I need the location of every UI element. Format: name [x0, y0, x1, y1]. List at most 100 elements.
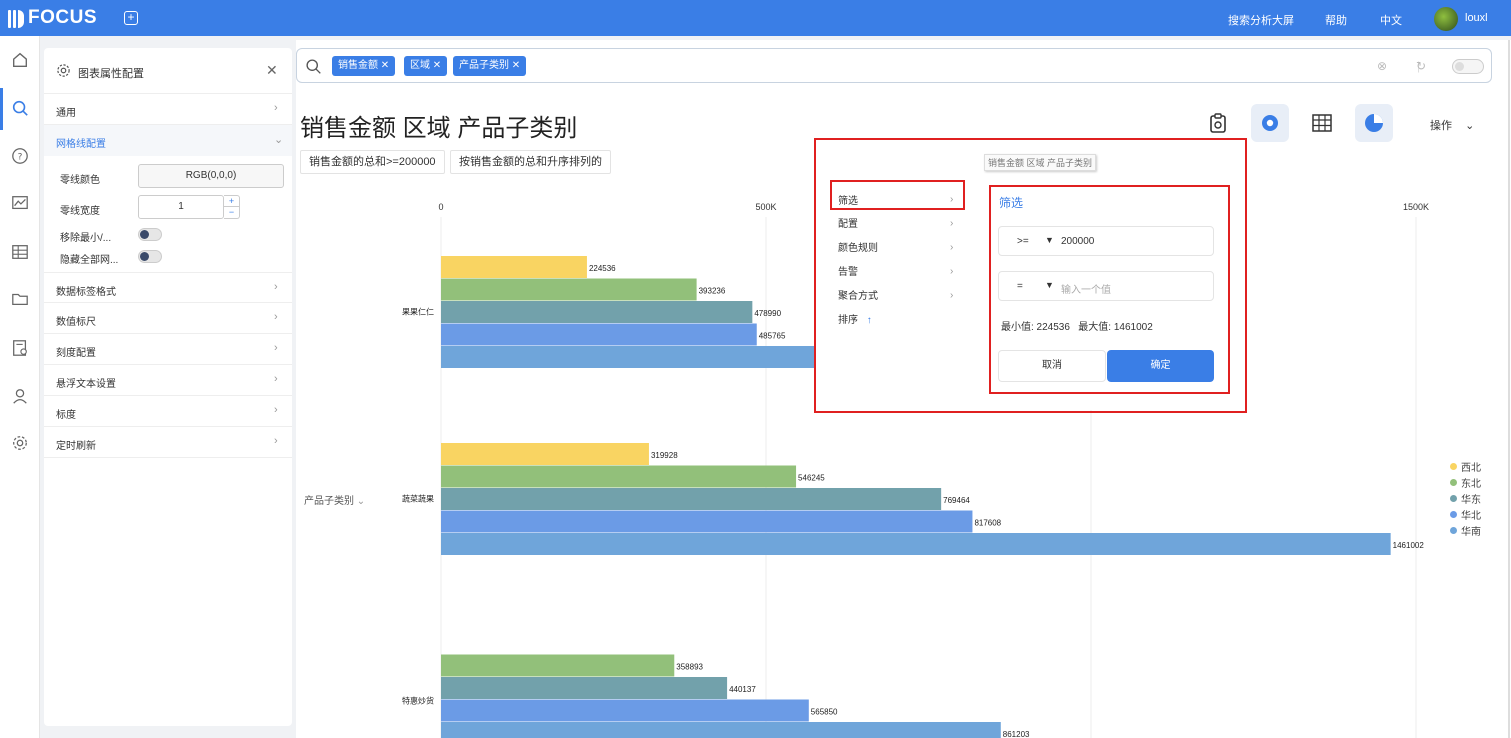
- section-tick-config[interactable]: 刻度配置 ›: [44, 334, 292, 365]
- chevron-down-icon: ⌄: [356, 496, 366, 507]
- menu-item-alert[interactable]: 告警: [838, 263, 858, 278]
- bar: [441, 488, 942, 510]
- filter-condition-2[interactable]: = ▼ 输入一个值: [998, 271, 1214, 301]
- search-bar[interactable]: 销售金额 ✕ 区域 ✕ 产品子类别 ✕ ⊗ | ↻: [296, 48, 1492, 83]
- table-view-button[interactable]: [1303, 104, 1341, 142]
- filter-value-input[interactable]: 200000: [1061, 236, 1094, 247]
- help-icon[interactable]: ?: [10, 146, 30, 166]
- dashboard-icon[interactable]: [10, 193, 30, 213]
- search-tag[interactable]: 区域 ✕: [404, 56, 448, 76]
- language-link[interactable]: 中文: [1380, 12, 1402, 28]
- data-label: 393236: [699, 287, 726, 296]
- section-label: 标度: [56, 410, 76, 421]
- confirm-button[interactable]: 确定: [1107, 350, 1214, 382]
- operator-select[interactable]: =: [1017, 281, 1023, 292]
- search-icon[interactable]: [305, 58, 322, 75]
- menu-item-aggregation[interactable]: 聚合方式: [838, 287, 878, 302]
- search-tag[interactable]: 产品子类别 ✕: [453, 56, 527, 76]
- home-icon[interactable]: [10, 50, 30, 70]
- x-tick-label: 500K: [755, 202, 776, 212]
- section-value-axis[interactable]: 数值标尺 ›: [44, 303, 292, 334]
- chevron-right-icon: ›: [274, 373, 278, 385]
- chart-settings-button[interactable]: [1251, 104, 1289, 142]
- hide-all-grid-toggle[interactable]: [138, 250, 162, 263]
- data-source-icon[interactable]: [10, 338, 30, 358]
- zero-line-width-stepper[interactable]: + −: [224, 195, 240, 219]
- data-label: 861203: [1003, 730, 1030, 738]
- close-icon[interactable]: ✕: [266, 62, 278, 79]
- search-dashboard-link[interactable]: 搜索分析大屏: [1228, 12, 1294, 28]
- bar: [441, 533, 1391, 555]
- y-axis-title: 产品子类别: [304, 496, 354, 507]
- legend-label: 华南: [1461, 526, 1481, 538]
- sort-chip[interactable]: 按销售金额的总和升序排列的: [450, 150, 611, 174]
- chevron-right-icon: ›: [950, 242, 954, 253]
- folder-icon[interactable]: [10, 289, 30, 309]
- chart-type-button[interactable]: [1355, 104, 1393, 142]
- menu-item-sort[interactable]: 排序 ↑: [838, 311, 872, 326]
- remove-minmax-toggle[interactable]: [138, 228, 162, 241]
- username[interactable]: louxl: [1465, 12, 1488, 24]
- help-link[interactable]: 帮助: [1325, 12, 1347, 28]
- remove-tag-icon[interactable]: ✕: [512, 60, 520, 71]
- remove-tag-icon[interactable]: ✕: [433, 60, 441, 71]
- chevron-right-icon: ›: [274, 404, 278, 416]
- search-icon[interactable]: [10, 98, 30, 118]
- menu-item-filter[interactable]: 筛选: [838, 192, 858, 207]
- section-auto-refresh[interactable]: 定时刷新 ›: [44, 427, 292, 458]
- chevron-down-icon: ⌄: [274, 134, 284, 146]
- avatar[interactable]: [1434, 7, 1458, 31]
- table-icon[interactable]: [10, 242, 30, 262]
- legend-swatch: [1450, 526, 1457, 534]
- add-tab-icon[interactable]: +: [124, 11, 138, 25]
- menu-item-config[interactable]: 配置: [838, 215, 858, 230]
- data-label: 817608: [974, 519, 1001, 528]
- caret-down-icon[interactable]: ▼: [1045, 280, 1054, 290]
- operations-dropdown[interactable]: 操作 ⌄: [1430, 117, 1474, 133]
- increment-icon[interactable]: +: [224, 196, 239, 207]
- settings-icon[interactable]: [10, 433, 30, 453]
- sort-asc-icon: ↑: [866, 315, 872, 326]
- section-general[interactable]: 通用 ›: [44, 94, 292, 125]
- operator-select[interactable]: >=: [1017, 236, 1029, 247]
- decrement-icon[interactable]: −: [224, 207, 239, 218]
- zero-line-width-input[interactable]: 1: [138, 195, 224, 219]
- refresh-icon[interactable]: ↻: [1416, 59, 1426, 73]
- bar: [441, 256, 587, 278]
- focus-logo[interactable]: FOCUS: [8, 7, 97, 29]
- section-scale[interactable]: 标度 ›: [44, 396, 292, 427]
- filter-chip[interactable]: 销售金额的总和>=200000: [300, 150, 445, 174]
- cancel-button[interactable]: 取消: [998, 350, 1106, 382]
- filter-popup-title: 筛选: [999, 196, 1024, 210]
- section-label: 数据标签格式: [56, 287, 116, 298]
- y-axis-title-dropdown[interactable]: 产品子类别 ⌄: [304, 492, 365, 507]
- section-data-label-format[interactable]: 数据标签格式 ›: [44, 272, 292, 303]
- caret-down-icon[interactable]: ▼: [1045, 235, 1054, 245]
- zero-line-color-picker[interactable]: RGB(0,0,0): [138, 164, 284, 188]
- remove-tag-icon[interactable]: ✕: [381, 60, 389, 71]
- legend-item[interactable]: 华南: [1450, 522, 1481, 538]
- search-tag[interactable]: 销售金额 ✕: [332, 56, 396, 76]
- bar: [441, 722, 1001, 738]
- filter-range-info: 最小值: 224536 最大值: 1461002: [1001, 318, 1153, 333]
- filter-condition-1[interactable]: >= ▼ 200000: [998, 226, 1214, 256]
- user-icon[interactable]: [10, 386, 30, 406]
- legend-item[interactable]: 华东: [1450, 490, 1481, 506]
- search-mode-toggle[interactable]: [1452, 59, 1484, 74]
- legend-item[interactable]: 华北: [1450, 506, 1481, 522]
- menu-tooltip: 销售金额 区域 产品子类别: [984, 154, 1097, 171]
- pin-button[interactable]: [1199, 104, 1237, 142]
- clear-icon[interactable]: ⊗: [1377, 59, 1387, 73]
- section-grid[interactable]: 网格线配置 ⌄: [44, 125, 292, 156]
- legend-item[interactable]: 西北: [1450, 458, 1481, 474]
- legend-item[interactable]: 东北: [1450, 474, 1481, 490]
- tag-label: 产品子类别: [459, 60, 509, 71]
- section-hover-text[interactable]: 悬浮文本设置 ›: [44, 365, 292, 396]
- section-label: 数值标尺: [56, 317, 96, 328]
- zero-line-color-label: 零线颜色: [60, 175, 100, 186]
- operations-label: 操作: [1430, 120, 1452, 132]
- filter-value-input[interactable]: 输入一个值: [1061, 281, 1111, 296]
- bar: [441, 323, 757, 346]
- menu-item-color-rules[interactable]: 颜色规则: [838, 239, 878, 254]
- pie-chart-icon: [1365, 114, 1383, 132]
